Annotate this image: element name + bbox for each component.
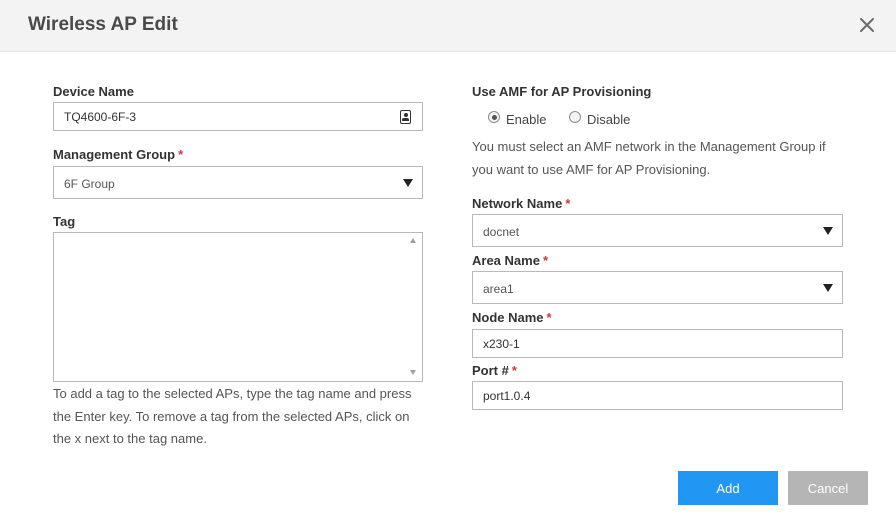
required-marker: *: [565, 196, 571, 211]
tag-label: Tag: [53, 214, 76, 229]
management-group-value: 6F Group: [64, 177, 115, 191]
chevron-down-icon: [823, 227, 833, 235]
amf-label: Use AMF for AP Provisioning: [472, 84, 652, 99]
amf-help-line: You must select an AMF network in the Ma…: [472, 139, 826, 154]
tag-help-line: the x next to the tag name.: [53, 431, 207, 446]
scroll-down-icon[interactable]: [410, 370, 416, 375]
network-name-value: docnet: [483, 225, 520, 239]
amf-enable-label[interactable]: Enable: [506, 112, 546, 127]
amf-disable-label[interactable]: Disable: [587, 112, 630, 127]
required-marker: *: [546, 310, 552, 325]
chevron-down-icon: [403, 179, 413, 187]
tag-help-line: the Enter key. To remove a tag from the …: [53, 408, 410, 424]
add-button[interactable]: Add: [678, 471, 778, 505]
device-name-label: Device Name: [53, 84, 134, 99]
required-marker: *: [511, 363, 517, 378]
close-icon[interactable]: [858, 16, 876, 34]
management-group-select[interactable]: 6F Group: [53, 166, 423, 199]
dialog-header: Wireless AP Edit: [0, 0, 896, 52]
network-name-select[interactable]: docnet: [472, 214, 843, 247]
area-name-label: Area Name *: [472, 253, 548, 268]
management-group-label: Management Group *: [53, 147, 184, 162]
cancel-button[interactable]: Cancel: [788, 471, 868, 505]
device-name-field-wrap: [53, 102, 423, 131]
device-name-input[interactable]: [53, 102, 423, 131]
amf-help-text: You must select an AMF network in the Ma…: [472, 136, 872, 181]
chevron-down-icon: [823, 284, 833, 292]
node-name-input[interactable]: [472, 329, 843, 358]
tag-help-line: To add a tag to the selected APs, type t…: [53, 386, 412, 401]
amf-disable-radio[interactable]: [569, 111, 581, 123]
area-name-value: area1: [483, 282, 514, 296]
node-name-label: Node Name *: [472, 310, 552, 325]
area-name-select[interactable]: area1: [472, 271, 843, 304]
port-input[interactable]: [472, 381, 843, 410]
port-label: Port # *: [472, 363, 517, 378]
scroll-up-icon[interactable]: [410, 238, 416, 243]
tag-help-text: To add a tag to the selected APs, type t…: [53, 383, 433, 451]
tag-textarea[interactable]: [53, 232, 423, 382]
network-name-label: Network Name *: [472, 196, 571, 211]
amf-enable-radio[interactable]: [488, 111, 500, 123]
required-marker: *: [178, 147, 184, 162]
amf-help-line: you want to use AMF for AP Provisioning.: [472, 161, 711, 177]
dialog-title: Wireless AP Edit: [28, 14, 178, 35]
required-marker: *: [542, 253, 548, 268]
contact-card-icon[interactable]: [400, 110, 411, 124]
